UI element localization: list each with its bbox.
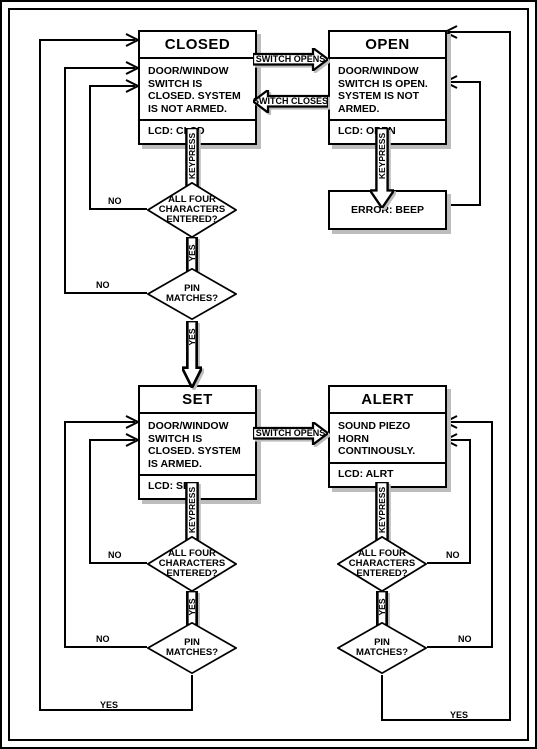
decision-d2-text: PIN MATCHES? [157,284,227,304]
decision-d1: ALL FOUR CHARACTERS ENTERED? [147,182,237,238]
decision-d1-text: ALL FOUR CHARACTERS ENTERED? [157,195,227,225]
arrow-yes-d2: YES [182,321,202,353]
diagram-canvas: CLOSED DOOR/WINDOW SWITCH IS CLOSED. SYS… [8,8,529,741]
label-no-d2: NO [96,280,110,290]
arrow-switch-closes: SWITCH CLOSES [253,90,328,112]
arrow-keypress-closed: KEYPRESS [180,128,204,184]
state-closed-body: DOOR/WINDOW SWITCH IS CLOSED. SYSTEM IS … [140,59,255,119]
arrow-yes-d3-label: YES [187,598,197,615]
arrow-switch-opens-bottom-label: SWITCH OPENS [256,428,326,438]
state-open-title: OPEN [330,32,445,59]
connector-lines [10,10,527,739]
decision-d4-text: PIN MATCHES? [157,638,227,658]
decision-d3-text: ALL FOUR CHARACTERS ENTERED? [157,549,227,579]
state-open-body: DOOR/WINDOW SWITCH IS OPEN. SYSTEM IS NO… [330,59,445,119]
label-yes-d4-loop: YES [100,700,118,710]
decision-d5-text: ALL FOUR CHARACTERS ENTERED? [347,549,417,579]
decision-d4: PIN MATCHES? [147,622,237,674]
arrow-switch-opens-top-label: SWITCH OPENS [256,54,326,64]
arrow-switch-closes-label: SWITCH CLOSES [253,96,328,106]
diagram-frame: CLOSED DOOR/WINDOW SWITCH IS CLOSED. SYS… [0,0,537,749]
arrow-yes-d5: YES [372,591,392,623]
label-no-d1: NO [108,196,122,206]
decision-d6: PIN MATCHES? [337,622,427,674]
label-yes-d6-loop: YES [450,710,468,720]
state-set-title: SET [140,387,255,414]
arrow-yes-d2-label: YES [187,328,197,345]
label-no-d6: NO [458,634,472,644]
arrow-switch-opens-bottom: SWITCH OPENS [253,422,328,444]
state-closed-title: CLOSED [140,32,255,59]
label-no-d4: NO [96,634,110,644]
decision-d6-text: PIN MATCHES? [347,638,417,658]
arrow-keypress-set-label: KEYPRESS [187,487,197,533]
arrow-keypress-open: KEYPRESS [370,128,394,184]
arrow-keypress-set: KEYPRESS [180,482,204,538]
arrow-yes-d3: YES [182,591,202,623]
arrow-yes-d5-label: YES [377,598,387,615]
arrow-keypress-closed-label: KEYPRESS [187,133,197,179]
label-no-d5: NO [446,550,460,560]
arrow-keypress-alert: KEYPRESS [370,482,394,538]
state-set-body: DOOR/WINDOW SWITCH IS CLOSED. SYSTEM IS … [140,414,255,474]
arrow-keypress-alert-label: KEYPRESS [377,487,387,533]
arrow-switch-opens-top: SWITCH OPENS [253,48,328,70]
state-alert: ALERT SOUND PIEZO HORN CONTINOUSLY. LCD:… [328,385,447,488]
label-no-d3: NO [108,550,122,560]
state-alert-title: ALERT [330,387,445,414]
decision-d2: PIN MATCHES? [147,268,237,320]
decision-d5: ALL FOUR CHARACTERS ENTERED? [337,536,427,592]
state-alert-body: SOUND PIEZO HORN CONTINOUSLY. [330,414,445,462]
arrow-yes-d1-label: YES [187,244,197,261]
arrow-yes-d1: YES [182,237,202,269]
arrow-keypress-open-label: KEYPRESS [377,133,387,179]
decision-d3: ALL FOUR CHARACTERS ENTERED? [147,536,237,592]
